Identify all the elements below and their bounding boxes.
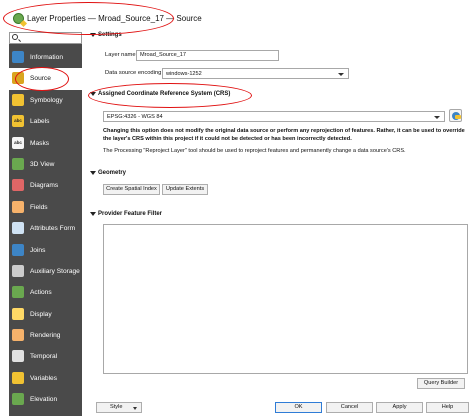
diagrams-icon — [12, 179, 24, 192]
collapse-arrow-icon — [90, 92, 96, 96]
rendering-icon — [12, 329, 24, 342]
sidebar-item-auxiliary-storage[interactable]: Auxiliary Storage — [9, 261, 82, 282]
elevation-icon — [12, 393, 24, 406]
crs-note-text: The Processing "Reproject Layer" tool sh… — [103, 148, 406, 154]
sidebar-item-rendering[interactable]: Rendering — [9, 325, 82, 346]
chevron-down-icon — [434, 116, 440, 119]
sidebar-item-label: Masks — [30, 139, 50, 147]
sidebar-item-diagrams[interactable]: Diagrams — [9, 175, 82, 196]
sidebar-nav: Information Source Symbology abc Labels abc Ma… — [9, 47, 82, 411]
3d-view-icon — [12, 157, 24, 170]
create-spatial-index-button[interactable]: Create Spatial Index — [103, 184, 160, 195]
encoding-select[interactable]: windows-1252 — [162, 68, 349, 79]
sidebar-item-attributes-form[interactable]: Attributes Form — [9, 218, 82, 239]
encoding-label: Data source encoding — [105, 70, 162, 76]
temporal-icon — [12, 350, 24, 363]
sidebar-item-joins[interactable]: Joins — [9, 240, 82, 261]
help-button[interactable]: Help — [426, 402, 469, 413]
sidebar-item-label: Rendering — [30, 332, 61, 340]
sidebar-item-label: Source — [30, 75, 51, 83]
chevron-down-icon — [338, 73, 344, 76]
sidebar-item-source[interactable]: Source — [9, 68, 82, 90]
sidebar-item-label: Information — [30, 54, 63, 61]
information-icon — [12, 51, 24, 63]
sidebar-item-label: Symbology — [30, 96, 63, 104]
crs-globe-icon — [452, 112, 461, 120]
ok-button[interactable]: OK — [275, 402, 322, 413]
sidebar-item-temporal[interactable]: Temporal — [9, 346, 82, 367]
search-input[interactable] — [9, 32, 82, 44]
fields-icon — [12, 200, 24, 213]
sidebar-item-label: Attributes Form — [30, 225, 76, 233]
labels-icon: abc — [12, 115, 24, 128]
sidebar-item-label: Joins — [30, 246, 46, 254]
dialog-button-bar: Style OK Cancel Apply Help — [90, 400, 474, 416]
sidebar-item-variables[interactable]: Variables — [9, 368, 82, 389]
apply-button[interactable]: Apply — [376, 402, 423, 413]
crs-warning-text: Changing this option does not modify the… — [103, 128, 465, 142]
query-builder-button[interactable]: Query Builder — [417, 378, 465, 389]
sidebar-item-label: Temporal — [30, 353, 58, 361]
chevron-down-icon — [133, 407, 137, 410]
source-icon — [12, 72, 24, 85]
crs-select[interactable]: EPSG:4326 - WGS 84 — [103, 111, 445, 122]
qgis-logo-icon — [13, 13, 24, 24]
collapse-arrow-icon — [90, 171, 96, 175]
feature-filter-textbox[interactable] — [103, 224, 468, 374]
sidebar-item-3d-view[interactable]: 3D View — [9, 154, 82, 175]
collapse-arrow-icon — [90, 33, 96, 37]
sidebar-item-label: Variables — [30, 374, 57, 382]
sidebar-item-label: Actions — [30, 289, 52, 297]
symbology-icon — [12, 93, 24, 106]
sidebar-item-information[interactable]: Information — [9, 47, 82, 68]
sidebar-item-label: Auxiliary Storage — [30, 267, 80, 275]
attributes-form-icon — [12, 222, 24, 235]
sidebar-item-label: Diagrams — [30, 182, 59, 190]
settings-section-header[interactable]: Settings — [90, 32, 122, 38]
sidebar-item-label: 3D View — [30, 160, 55, 168]
actions-icon — [12, 286, 24, 299]
style-dropdown-button[interactable]: Style — [96, 402, 142, 413]
sidebar: Information Source Symbology abc Labels abc Ma… — [9, 32, 82, 416]
sidebar-item-symbology[interactable]: Symbology — [9, 90, 82, 111]
masks-icon: abc — [12, 136, 24, 149]
collapse-arrow-icon — [90, 212, 96, 216]
sidebar-item-label: Elevation — [30, 396, 58, 404]
sidebar-item-label: Display — [30, 310, 52, 318]
sidebar-item-elevation[interactable]: Elevation — [9, 389, 82, 410]
sidebar-item-label: Labels — [30, 118, 50, 126]
sidebar-item-display[interactable]: Display — [9, 304, 82, 325]
main-panel: Settings Layer name Mroad_Source_17 Data… — [90, 30, 474, 416]
sidebar-item-fields[interactable]: Fields — [9, 197, 82, 218]
select-crs-button[interactable] — [449, 109, 462, 122]
title-bar: Layer Properties — Mroad_Source_17 — Sou… — [0, 0, 474, 32]
crs-section-header[interactable]: Assigned Coordinate Reference System (CR… — [90, 91, 230, 97]
layer-name-field[interactable]: Mroad_Source_17 — [136, 50, 279, 61]
sidebar-item-actions[interactable]: Actions — [9, 282, 82, 303]
cancel-button[interactable]: Cancel — [326, 402, 373, 413]
search-icon — [12, 34, 18, 40]
auxiliary-storage-icon — [12, 264, 24, 277]
layer-name-label: Layer name — [105, 52, 136, 58]
sidebar-item-label: Fields — [30, 203, 48, 211]
display-icon — [12, 307, 24, 320]
variables-icon — [12, 371, 24, 384]
filter-section-header[interactable]: Provider Feature Filter — [90, 211, 162, 217]
sidebar-item-masks[interactable]: abc Masks — [9, 133, 82, 154]
geometry-section-header[interactable]: Geometry — [90, 170, 126, 176]
update-extents-button[interactable]: Update Extents — [162, 184, 208, 195]
joins-icon — [12, 243, 24, 256]
sidebar-item-labels[interactable]: abc Labels — [9, 111, 82, 132]
window-title: Layer Properties — Mroad_Source_17 — Sou… — [27, 14, 202, 23]
